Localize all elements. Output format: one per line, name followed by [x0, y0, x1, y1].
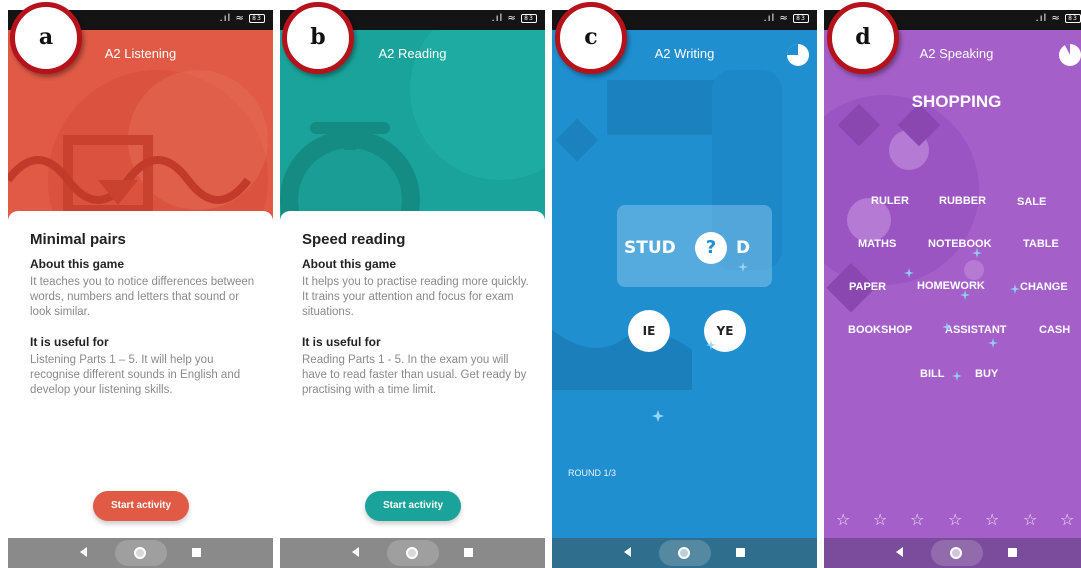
word-change[interactable]: CHANGE	[1020, 281, 1068, 293]
status-icons: .ıl ≈ 83	[492, 13, 537, 24]
word-homework[interactable]: HOMEWORK	[917, 280, 985, 292]
home-icon[interactable]	[678, 547, 690, 559]
status-icons: .ıl ≈ 83	[220, 13, 265, 24]
about-heading: About this game	[30, 257, 125, 271]
word-prefix: STUD	[624, 238, 676, 258]
speaking-screen: .ıl ≈ 83 A2 Speaking SHOPPING RULER RUBB…	[824, 10, 1081, 568]
sparkle-icon	[988, 338, 998, 348]
star-icon: ☆	[873, 510, 888, 529]
panel-label: c	[584, 24, 598, 50]
about-heading: About this game	[302, 257, 397, 271]
sparkle-icon	[972, 248, 982, 258]
star-icon: ☆	[1060, 510, 1075, 529]
word-cash[interactable]: CASH	[1039, 324, 1070, 336]
back-icon[interactable]	[896, 547, 903, 557]
star-icon: ☆	[836, 510, 851, 529]
activity-title: Minimal pairs	[30, 231, 126, 248]
word-bookshop[interactable]: BOOKSHOP	[848, 324, 912, 336]
sparkle-icon	[960, 290, 970, 300]
sparkle-icon	[706, 340, 716, 350]
status-icons: .ıl ≈ 83	[764, 13, 809, 24]
topic-title: SHOPPING	[911, 92, 1002, 111]
word-notebook[interactable]: NOTEBOOK	[928, 238, 992, 250]
recent-apps-icon[interactable]	[736, 548, 745, 557]
home-icon[interactable]	[950, 547, 962, 559]
nav-bar	[8, 538, 273, 568]
listening-screen: .ıl ≈ 83 A2 Listening Minimal pairs Abou…	[8, 10, 273, 568]
start-activity-button[interactable]: Start activity	[365, 491, 461, 521]
word-suffix: D	[736, 238, 751, 258]
sparkle-icon	[738, 262, 748, 272]
useful-heading: It is useful for	[30, 335, 109, 349]
missing-letters-marker: ?	[695, 232, 727, 264]
timer-icon	[787, 44, 809, 66]
star-icon: ☆	[1023, 510, 1038, 529]
useful-text: Reading Parts 1 - 5. In the exam you wil…	[302, 354, 527, 396]
word-assistant[interactable]: ASSISTANT	[945, 324, 1007, 336]
panel-label-badge: d	[827, 2, 899, 74]
recent-apps-icon[interactable]	[1008, 548, 1017, 557]
home-icon[interactable]	[134, 547, 146, 559]
panel-label-badge: a	[10, 2, 82, 74]
activity-card: Speed reading About this game It helps y…	[280, 211, 545, 541]
sparkle-icon	[904, 268, 914, 278]
panel-label: b	[310, 24, 326, 50]
word-paper[interactable]: PAPER	[849, 281, 886, 293]
recent-apps-icon[interactable]	[192, 548, 201, 557]
writing-screen: .ıl ≈ 83 A2 Writing STUD ? D IE YE ROUND…	[552, 10, 817, 568]
option-ie-button[interactable]: IE	[628, 310, 670, 352]
sparkle-icon	[1010, 284, 1020, 294]
star-icon: ☆	[948, 510, 963, 529]
home-icon[interactable]	[406, 547, 418, 559]
round-indicator: ROUND 1/3	[568, 468, 617, 478]
panel-label-badge: c	[555, 2, 627, 74]
back-icon[interactable]	[80, 547, 87, 557]
panel-label: d	[855, 24, 871, 50]
star-icon: ☆	[985, 510, 1000, 529]
sparkle-icon	[652, 410, 664, 422]
sparkle-icon	[942, 322, 952, 332]
status-icons: .ıl ≈ 83	[1036, 13, 1081, 24]
nav-bar	[824, 538, 1081, 568]
word-ruler[interactable]: RULER	[871, 195, 909, 207]
useful-heading: It is useful for	[302, 335, 381, 349]
panel-label-badge: b	[282, 2, 354, 74]
activity-card: Minimal pairs About this game It teaches…	[8, 211, 273, 541]
useful-text: Listening Parts 1 – 5. It will help you …	[30, 354, 241, 396]
word-sale[interactable]: SALE	[1017, 196, 1046, 208]
word-bill[interactable]: BILL	[920, 368, 944, 380]
reading-screen: .ıl ≈ 83 A2 Reading Speed reading About …	[280, 10, 545, 568]
word-table[interactable]: TABLE	[1023, 238, 1059, 250]
word-maths[interactable]: MATHS	[858, 238, 896, 250]
back-icon[interactable]	[624, 547, 631, 557]
timer-icon	[1059, 44, 1081, 66]
start-activity-button[interactable]: Start activity	[93, 491, 189, 521]
nav-bar	[552, 538, 817, 568]
nav-bar	[280, 538, 545, 568]
back-icon[interactable]	[352, 547, 359, 557]
word-rubber[interactable]: RUBBER	[939, 195, 986, 207]
sparkle-icon	[952, 371, 962, 381]
star-icon: ☆	[910, 510, 925, 529]
about-text: It teaches you to notice differences bet…	[30, 276, 255, 318]
word-buy[interactable]: BUY	[975, 368, 998, 380]
panel-label: a	[38, 24, 54, 50]
recent-apps-icon[interactable]	[464, 548, 473, 557]
activity-title: Speed reading	[302, 231, 406, 248]
about-text: It helps you to practise reading more qu…	[302, 276, 529, 318]
